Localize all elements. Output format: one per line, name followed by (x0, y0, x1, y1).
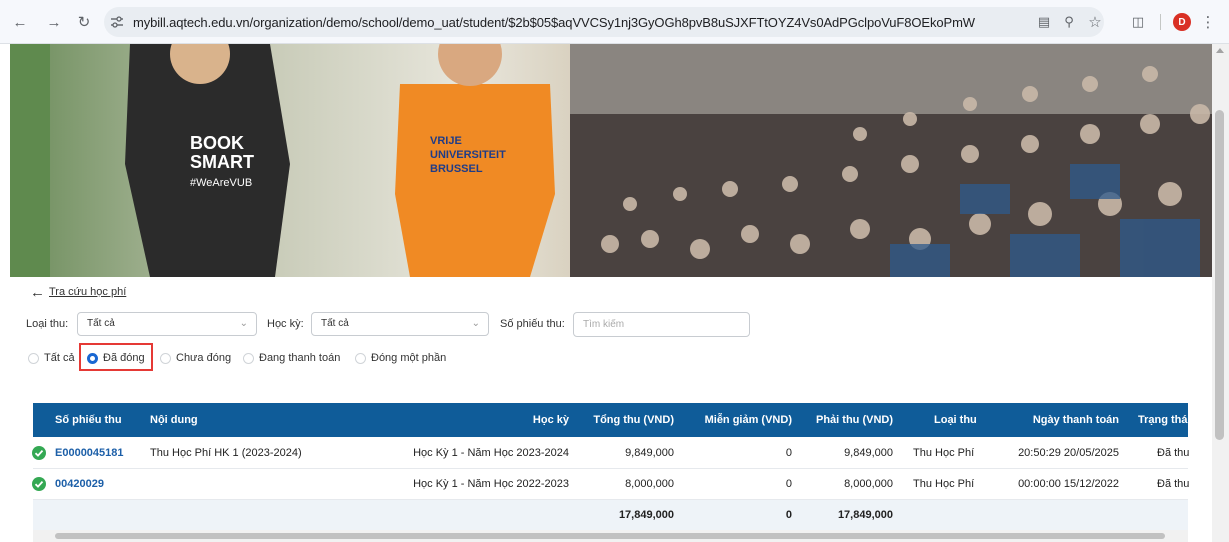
svg-text:SMART: SMART (190, 152, 254, 172)
hero-banner: BOOK SMART #WeAreVUB VRIJE UNIVERSITEIT … (10, 44, 1212, 277)
bookmark-star-icon[interactable]: ☆ (1085, 12, 1105, 32)
check-circle-icon (32, 477, 46, 491)
status-radio-label: Đang thanh toán (259, 352, 341, 364)
receipt-code-link[interactable]: E0000045181 (55, 447, 124, 459)
type-filter-label: Loại thu: (26, 318, 69, 330)
receipt-filter-label: Số phiếu thu: (500, 318, 565, 330)
paid-date-cell: 20:50:29 20/05/2025 (1018, 447, 1119, 459)
table-row[interactable]: E0000045181 Thu Học Phí HK 1 (2023-2024)… (32, 438, 1190, 469)
status-cell: Đã thu (1157, 478, 1190, 490)
browser-toolbar: ← → ↻ mybill.aqtech.edu.vn/organization/… (0, 0, 1229, 44)
back-arrow-icon: ← (30, 283, 45, 301)
svg-text:BOOK: BOOK (190, 133, 244, 153)
receipt-search-input[interactable]: Tìm kiếm (573, 312, 750, 337)
radio-circle-icon (28, 352, 39, 364)
payable-cell: 9,849,000 (844, 447, 893, 459)
back-arrow-icon[interactable]: ← (10, 12, 30, 32)
term-filter-value: Tất cả (321, 318, 349, 329)
status-radio-all[interactable]: Tất cả (28, 351, 75, 365)
status-radio-label: Đóng một phần (371, 352, 447, 364)
type-filter-select[interactable]: Tất cả ⌄ (77, 312, 257, 336)
back-to-search-link[interactable]: ← Tra cứu học phí (30, 283, 127, 301)
zoom-icon[interactable]: ⚲ (1059, 12, 1079, 32)
term-filter-select[interactable]: Tất cả ⌄ (311, 312, 489, 336)
radio-circle-icon (243, 352, 254, 364)
discount-sum-cell: 0 (785, 509, 792, 521)
back-link-label: Tra cứu học phí (49, 286, 127, 298)
forward-arrow-icon[interactable]: → (44, 12, 64, 32)
col-status: Trạng thái (1138, 414, 1191, 426)
content-cell: Thu Học Phí HK 1 (2023-2024) (150, 447, 302, 459)
status-cell: Đã thu (1157, 447, 1190, 459)
total-cell: 9,849,000 (625, 447, 674, 459)
total-sum-cell: 17,849,000 (618, 509, 674, 521)
term-cell: Học Kỳ 1 - Năm Học 2023-2024 (413, 447, 569, 459)
table-row[interactable]: 00420029 Học Kỳ 1 - Năm Học 2022-2023 8,… (32, 469, 1190, 500)
profile-avatar[interactable]: D (1173, 13, 1191, 31)
col-total: Tổng thu (VND) (593, 414, 674, 426)
col-content: Nội dung (150, 414, 198, 426)
table-totals-row: 17,849,000 0 17,849,000 (33, 500, 1188, 531)
check-circle-icon (32, 446, 46, 460)
table-header: Số phiếu thu Nội dung Học kỳ Tổng thu (V… (33, 403, 1191, 437)
type-cell: Thu Học Phí (913, 478, 975, 490)
receipt-code-link[interactable]: 00420029 (55, 478, 104, 490)
term-filter-label: Học kỳ: (267, 318, 304, 330)
status-radio-partial[interactable]: Đóng một phần (355, 351, 446, 365)
discount-cell: 0 (785, 447, 792, 459)
discount-cell: 0 (785, 478, 792, 490)
site-settings-icon[interactable] (110, 16, 124, 28)
svg-text:VRIJE: VRIJE (430, 135, 462, 147)
table-scroll-thumb[interactable] (55, 533, 1165, 539)
chevron-down-icon: ⌄ (471, 318, 480, 329)
total-cell: 8,000,000 (625, 478, 674, 490)
svg-text:BRUSSEL: BRUSSEL (430, 163, 483, 175)
col-term: Học kỳ (532, 414, 569, 426)
radio-circle-icon (355, 352, 366, 364)
chevron-down-icon: ⌄ (239, 318, 248, 329)
scroll-up-arrow-icon[interactable] (1216, 48, 1224, 53)
extensions-icon[interactable]: ◫ (1128, 12, 1148, 32)
col-paid-date: Ngày thanh toán (1032, 414, 1119, 426)
svg-text:#WeAreVUB: #WeAreVUB (190, 177, 252, 189)
col-discount: Miễn giảm (VND) (704, 414, 792, 426)
status-radio-label: Chưa đóng (176, 352, 232, 364)
paid-date-cell: 00:00:00 15/12/2022 (1018, 478, 1119, 490)
page-scroll-thumb[interactable] (1215, 110, 1224, 440)
term-cell: Học Kỳ 1 - Năm Học 2022-2023 (413, 478, 569, 490)
col-payable: Phải thu (VND) (816, 414, 893, 426)
status-radio-processing[interactable]: Đang thanh toán (243, 351, 340, 365)
col-type: Loại thu (934, 414, 977, 426)
payable-sum-cell: 17,849,000 (837, 509, 893, 521)
more-menu-icon[interactable]: ⋮ (1198, 12, 1218, 32)
status-radio-label: Tất cả (44, 352, 75, 364)
toolbar-divider (1160, 14, 1161, 30)
radio-circle-icon (160, 352, 171, 364)
url-text[interactable]: mybill.aqtech.edu.vn/organization/demo/s… (133, 15, 975, 30)
status-radio-unpaid[interactable]: Chưa đóng (160, 351, 231, 365)
type-cell: Thu Học Phí (913, 447, 975, 459)
svg-text:UNIVERSITEIT: UNIVERSITEIT (430, 149, 506, 161)
payable-cell: 8,000,000 (844, 478, 893, 490)
lecture-hall-photo: BOOK SMART #WeAreVUB VRIJE UNIVERSITEIT … (10, 44, 1212, 277)
install-app-icon[interactable]: ▤ (1034, 12, 1054, 32)
reload-icon[interactable]: ↻ (74, 12, 94, 32)
selection-highlight-box (79, 343, 153, 371)
type-filter-value: Tất cả (87, 318, 115, 329)
col-receipt: Số phiếu thu (55, 414, 122, 426)
